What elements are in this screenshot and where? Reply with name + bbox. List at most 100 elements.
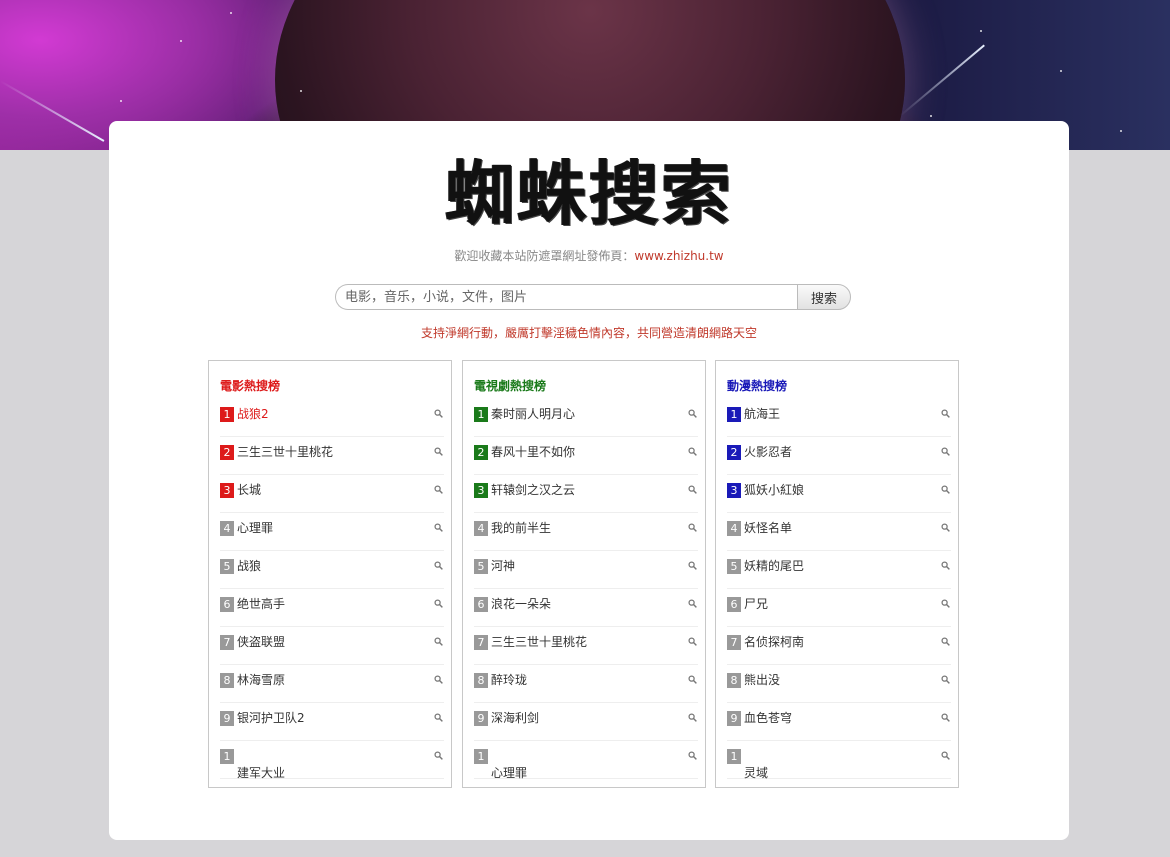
list-item[interactable]: 1 建军大业 xyxy=(220,742,444,781)
list-item[interactable]: 7 侠盗联盟 xyxy=(220,628,444,665)
list-item[interactable]: 1 灵域 xyxy=(727,742,951,781)
item-title-link[interactable]: 心理罪 xyxy=(491,766,527,781)
list-item[interactable]: 6 浪花一朵朵 xyxy=(474,590,698,627)
search-icon[interactable] xyxy=(434,485,443,494)
search-input[interactable] xyxy=(335,284,797,310)
search-icon[interactable] xyxy=(941,561,950,570)
list-item[interactable]: 7 三生三世十里桃花 xyxy=(474,628,698,665)
item-title-link[interactable]: 战狼2 xyxy=(237,407,269,422)
rank-number: 9 xyxy=(474,711,488,726)
search-icon[interactable] xyxy=(688,713,697,722)
list-item[interactable]: 6 尸兄 xyxy=(727,590,951,627)
search-icon[interactable] xyxy=(434,713,443,722)
list-item[interactable]: 9 血色苍穹 xyxy=(727,704,951,741)
item-title-link[interactable]: 我的前半生 xyxy=(491,521,551,536)
search-icon[interactable] xyxy=(941,751,950,760)
item-title-link[interactable]: 三生三世十里桃花 xyxy=(237,445,333,460)
list-item[interactable]: 5 战狼 xyxy=(220,552,444,589)
search-icon[interactable] xyxy=(688,485,697,494)
item-title-link[interactable]: 绝世高手 xyxy=(237,597,285,612)
list-item[interactable]: 3 轩辕剑之汉之云 xyxy=(474,476,698,513)
item-title-link[interactable]: 林海雪原 xyxy=(237,673,285,688)
search-icon[interactable] xyxy=(688,675,697,684)
search-icon[interactable] xyxy=(434,409,443,418)
item-title-link[interactable]: 银河护卫队2 xyxy=(237,711,305,726)
light-streak xyxy=(0,80,105,142)
item-title-link[interactable]: 建军大业 xyxy=(237,766,285,781)
search-icon[interactable] xyxy=(434,675,443,684)
item-title-link[interactable]: 尸兄 xyxy=(744,597,768,612)
search-icon[interactable] xyxy=(941,675,950,684)
list-item[interactable]: 8 醉玲珑 xyxy=(474,666,698,703)
search-icon[interactable] xyxy=(688,751,697,760)
list-item[interactable]: 2 三生三世十里桃花 xyxy=(220,438,444,475)
list-title: 電視劇熱搜榜 xyxy=(474,379,547,393)
list-item[interactable]: 1 航海王 xyxy=(727,400,951,437)
item-title-link[interactable]: 秦时丽人明月心 xyxy=(491,407,575,422)
site-logo[interactable]: 蜘蛛搜索 xyxy=(109,151,1069,237)
search-icon[interactable] xyxy=(434,561,443,570)
search-icon[interactable] xyxy=(434,523,443,532)
search-icon[interactable] xyxy=(434,599,443,608)
list-item[interactable]: 7 名侦探柯南 xyxy=(727,628,951,665)
search-icon[interactable] xyxy=(941,447,950,456)
item-title-link[interactable]: 妖怪名单 xyxy=(744,521,792,536)
list-item[interactable]: 1 战狼2 xyxy=(220,400,444,437)
item-title-link[interactable]: 火影忍者 xyxy=(744,445,792,460)
item-title-link[interactable]: 三生三世十里桃花 xyxy=(491,635,587,650)
item-title-link[interactable]: 侠盗联盟 xyxy=(237,635,285,650)
item-title-link[interactable]: 心理罪 xyxy=(237,521,273,536)
search-icon[interactable] xyxy=(941,713,950,722)
search-icon[interactable] xyxy=(941,523,950,532)
rank-number: 8 xyxy=(727,673,741,688)
search-icon[interactable] xyxy=(434,637,443,646)
search-icon[interactable] xyxy=(688,637,697,646)
item-title-link[interactable]: 战狼 xyxy=(237,559,261,574)
list-item[interactable]: 5 妖精的尾巴 xyxy=(727,552,951,589)
item-title-link[interactable]: 名侦探柯南 xyxy=(744,635,804,650)
item-title-link[interactable]: 醉玲珑 xyxy=(491,673,527,688)
star xyxy=(1120,130,1122,132)
list-item[interactable]: 1 秦时丽人明月心 xyxy=(474,400,698,437)
list-item[interactable]: 8 熊出没 xyxy=(727,666,951,703)
list-item[interactable]: 3 长城 xyxy=(220,476,444,513)
item-title-link[interactable]: 长城 xyxy=(237,483,261,498)
list-item[interactable]: 8 林海雪原 xyxy=(220,666,444,703)
item-title-link[interactable]: 深海利剑 xyxy=(491,711,539,726)
item-title-link[interactable]: 河神 xyxy=(491,559,515,574)
item-title-link[interactable]: 狐妖小紅娘 xyxy=(744,483,804,498)
item-title-link[interactable]: 灵域 xyxy=(744,766,768,781)
search-icon[interactable] xyxy=(941,599,950,608)
item-title-link[interactable]: 航海王 xyxy=(744,407,780,422)
item-title-link[interactable]: 血色苍穹 xyxy=(744,711,792,726)
list-item[interactable]: 4 妖怪名单 xyxy=(727,514,951,551)
search-icon[interactable] xyxy=(434,447,443,456)
item-title-link[interactable]: 春风十里不如你 xyxy=(491,445,575,460)
welcome-link[interactable]: www.zhizhu.tw xyxy=(634,249,723,263)
item-title-link[interactable]: 熊出没 xyxy=(744,673,780,688)
list-item[interactable]: 9 深海利剑 xyxy=(474,704,698,741)
item-title-link[interactable]: 轩辕剑之汉之云 xyxy=(491,483,575,498)
search-icon[interactable] xyxy=(688,447,697,456)
search-icon[interactable] xyxy=(688,523,697,532)
search-icon[interactable] xyxy=(941,409,950,418)
item-title-link[interactable]: 浪花一朵朵 xyxy=(491,597,551,612)
list-item[interactable]: 5 河神 xyxy=(474,552,698,589)
list-item[interactable]: 1 心理罪 xyxy=(474,742,698,781)
search-icon[interactable] xyxy=(941,637,950,646)
search-icon[interactable] xyxy=(688,561,697,570)
list-item[interactable]: 2 春风十里不如你 xyxy=(474,438,698,475)
list-item[interactable]: 2 火影忍者 xyxy=(727,438,951,475)
search-icon[interactable] xyxy=(434,751,443,760)
search-icon[interactable] xyxy=(688,409,697,418)
search-icon[interactable] xyxy=(941,485,950,494)
list-item[interactable]: 4 我的前半生 xyxy=(474,514,698,551)
list-item[interactable]: 6 绝世高手 xyxy=(220,590,444,627)
search-button[interactable]: 搜索 xyxy=(797,284,851,310)
list-item[interactable]: 4 心理罪 xyxy=(220,514,444,551)
search-icon[interactable] xyxy=(688,599,697,608)
list-item[interactable]: 9 银河护卫队2 xyxy=(220,704,444,741)
item-title-link[interactable]: 妖精的尾巴 xyxy=(744,559,804,574)
star xyxy=(180,40,182,42)
list-item[interactable]: 3 狐妖小紅娘 xyxy=(727,476,951,513)
